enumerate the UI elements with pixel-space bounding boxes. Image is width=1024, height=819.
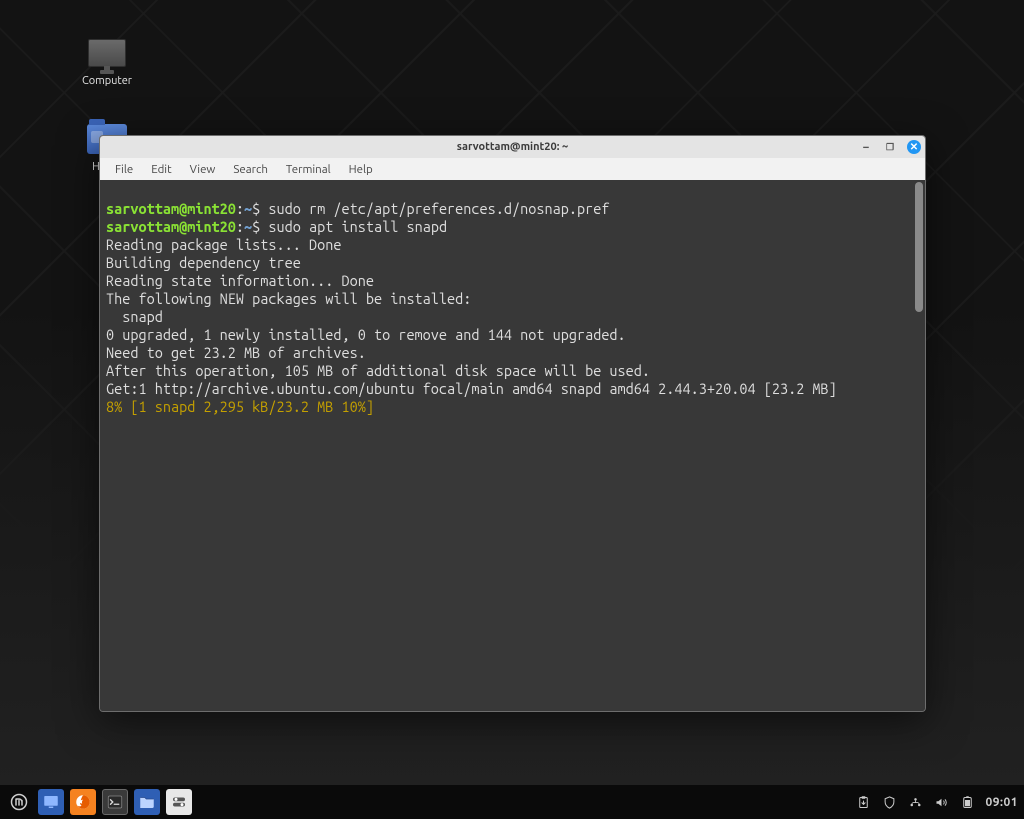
- shield-icon: [882, 795, 897, 810]
- taskbar-launchers: [6, 789, 192, 815]
- desktop-icon-label: Computer: [72, 75, 142, 87]
- menu-edit[interactable]: Edit: [142, 161, 180, 178]
- terminal-line: Get:1 http://archive.ubuntu.com/ubuntu f…: [106, 380, 837, 397]
- files-button[interactable]: [134, 789, 160, 815]
- terminal-line: Building dependency tree: [106, 254, 301, 271]
- toggles-icon: [170, 793, 188, 811]
- terminal-progress: 8% [1 snapd 2,295 kB/23.2 MB 10%]: [106, 398, 374, 415]
- terminal-window: sarvottam@mint20: ~ − ❐ ✕ File Edit View…: [99, 135, 926, 712]
- system-tray: 09:01: [855, 794, 1018, 810]
- firefox-icon: [74, 793, 92, 811]
- terminal-line: sarvottam@mint20:~$ sudo apt install sna…: [106, 218, 447, 235]
- terminal-icon: [106, 793, 124, 811]
- show-desktop-button[interactable]: [38, 789, 64, 815]
- menu-help[interactable]: Help: [340, 161, 382, 178]
- menu-button[interactable]: [6, 789, 32, 815]
- desktop-icon: [42, 793, 60, 811]
- menu-file[interactable]: File: [106, 161, 142, 178]
- menu-terminal[interactable]: Terminal: [277, 161, 340, 178]
- terminal-scrollbar[interactable]: [915, 182, 923, 312]
- desktop: Computer Home sarvottam@mint20: ~ − ❐ ✕ …: [0, 0, 1024, 819]
- network-icon: [908, 795, 923, 810]
- tray-volume[interactable]: [933, 794, 949, 810]
- desktop-icon-computer[interactable]: Computer: [72, 34, 142, 87]
- terminal-line: After this operation, 105 MB of addition…: [106, 362, 650, 379]
- terminal-line: Reading state information... Done: [106, 272, 374, 289]
- tray-security[interactable]: [881, 794, 897, 810]
- terminal-line: sarvottam@mint20:~$ sudo rm /etc/apt/pre…: [106, 200, 609, 217]
- terminal-line: 0 upgraded, 1 newly installed, 0 to remo…: [106, 326, 626, 343]
- window-title: sarvottam@mint20: ~: [457, 141, 568, 153]
- minimize-button[interactable]: −: [859, 140, 873, 154]
- tray-clock[interactable]: 09:01: [985, 796, 1018, 809]
- monitor-icon: [84, 34, 130, 72]
- battery-icon: [960, 795, 975, 810]
- tray-updates[interactable]: [855, 794, 871, 810]
- terminal-line: Need to get 23.2 MB of archives.: [106, 344, 366, 361]
- settings-button[interactable]: [166, 789, 192, 815]
- terminal-line: snapd: [106, 308, 163, 325]
- menu-view[interactable]: View: [181, 161, 225, 178]
- terminal-line: The following NEW packages will be insta…: [106, 290, 471, 307]
- titlebar[interactable]: sarvottam@mint20: ~ − ❐ ✕: [100, 136, 925, 158]
- tray-power[interactable]: [959, 794, 975, 810]
- window-controls: − ❐ ✕: [859, 136, 921, 158]
- clipboard-icon: [856, 795, 871, 810]
- firefox-button[interactable]: [70, 789, 96, 815]
- terminal-button[interactable]: [102, 789, 128, 815]
- menu-search[interactable]: Search: [224, 161, 277, 178]
- terminal-viewport[interactable]: sarvottam@mint20:~$ sudo rm /etc/apt/pre…: [100, 180, 925, 711]
- maximize-button[interactable]: ❐: [883, 140, 897, 154]
- volume-icon: [934, 795, 949, 810]
- menubar: File Edit View Search Terminal Help: [100, 158, 925, 180]
- tray-network[interactable]: [907, 794, 923, 810]
- mint-icon: [10, 793, 28, 811]
- files-icon: [138, 793, 156, 811]
- terminal-line: Reading package lists... Done: [106, 236, 341, 253]
- close-button[interactable]: ✕: [907, 140, 921, 154]
- taskbar: 09:01: [0, 785, 1024, 819]
